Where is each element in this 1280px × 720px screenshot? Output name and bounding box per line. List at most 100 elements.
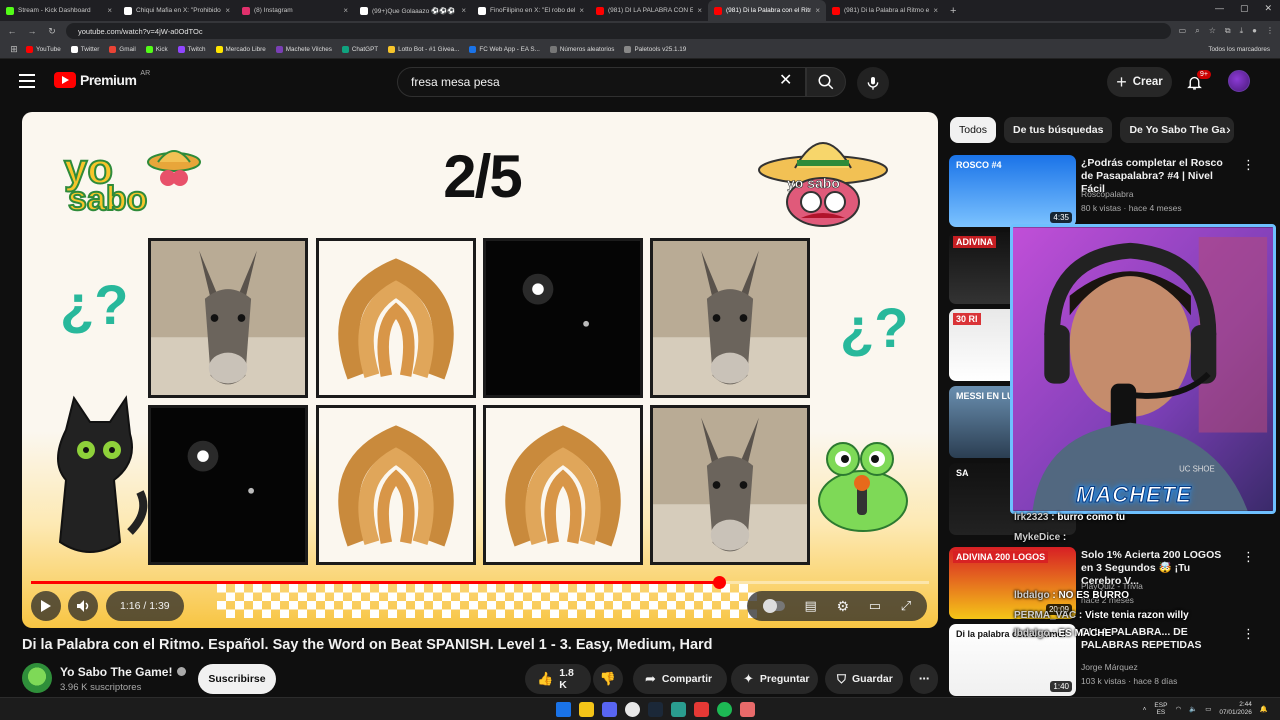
wifi-icon[interactable]: ◠ xyxy=(1175,705,1181,713)
youtube-logo[interactable]: Premium AR xyxy=(54,70,150,88)
browser-tab[interactable]: (8) Instagram × xyxy=(236,0,354,21)
app-icon[interactable] xyxy=(671,702,686,717)
app-icon[interactable] xyxy=(740,702,755,717)
bookmark-item[interactable]: Twitter xyxy=(67,46,104,53)
speaker-icon[interactable]: 🔈 xyxy=(1189,705,1197,713)
more-vert-icon[interactable]: ⋮ xyxy=(1242,549,1255,565)
browser-tab[interactable]: (981) Di la Palabra con el Ritmo × xyxy=(708,0,826,21)
filter-chip[interactable]: De tus búsquedas xyxy=(1004,117,1113,143)
all-bookmarks-link[interactable]: Todos los marcadores xyxy=(1208,46,1270,53)
browser-tab[interactable]: Stream - Kick Dashboard × xyxy=(0,0,118,21)
app-icon[interactable] xyxy=(694,702,709,717)
notification-center-icon[interactable]: 🔔 xyxy=(1260,705,1268,713)
recommended-video[interactable]: ROSCO #4 4:35 ¿Podrás completar el Rosco d… xyxy=(949,155,1269,227)
tab-close-icon[interactable]: × xyxy=(933,6,938,15)
zoom-icon[interactable]: ⌕ xyxy=(1195,26,1199,36)
clock[interactable]: 2:44 07/01/2026 xyxy=(1219,701,1252,717)
more-actions-button[interactable]: ⋯ xyxy=(910,664,938,694)
tab-close-icon[interactable]: × xyxy=(697,6,702,15)
video-thumbnail[interactable]: ADIVINA 200 LOGOS 20:09 xyxy=(949,547,1076,619)
extensions-icon[interactable]: ⧉ xyxy=(1225,26,1231,36)
chevron-right-icon[interactable]: › xyxy=(1226,121,1231,137)
video-thumbnail[interactable]: ROSCO #4 4:35 xyxy=(949,155,1076,227)
account-avatar[interactable] xyxy=(1228,70,1250,92)
browser-tab[interactable]: FinoFilipino en X: "El robo del s × xyxy=(472,0,590,21)
bookmark-item[interactable]: Kick xyxy=(142,46,172,53)
bookmark-item[interactable]: Números aleatorios xyxy=(546,46,619,53)
discord-icon[interactable] xyxy=(602,702,617,717)
bookmark-star-icon[interactable]: ☆ xyxy=(1209,26,1216,36)
file-explorer-icon[interactable] xyxy=(579,702,594,717)
spotify-icon[interactable] xyxy=(717,702,732,717)
settings-gear-icon[interactable]: ⚙ xyxy=(837,598,850,615)
browser-tab[interactable]: (981) Di la Palabra al Ritmo en × xyxy=(826,0,944,21)
maximize-icon[interactable]: ▢ xyxy=(1240,3,1249,14)
cast-icon[interactable]: ▭ xyxy=(1179,26,1187,36)
tab-close-icon[interactable]: × xyxy=(461,6,466,15)
recommended-video-channel[interactable]: Jorge Márquez xyxy=(1081,662,1138,672)
filter-chip[interactable]: De Yo Sabo The Ga xyxy=(1120,117,1235,143)
reload-icon[interactable]: ↻ xyxy=(46,26,58,37)
more-vert-icon[interactable]: ⋮ xyxy=(1242,157,1255,173)
chrome-icon[interactable] xyxy=(625,702,640,717)
play-button[interactable] xyxy=(31,591,61,621)
profile-icon[interactable]: ● xyxy=(1252,26,1257,36)
bookmark-item[interactable]: Mercado Libre xyxy=(212,46,270,53)
clear-search-icon[interactable]: ✕ xyxy=(779,73,792,89)
close-window-icon[interactable]: ✕ xyxy=(1264,3,1272,14)
start-icon[interactable] xyxy=(556,702,571,717)
bookmark-item[interactable]: Machete Vilches xyxy=(272,46,336,53)
bookmark-item[interactable]: Gmail xyxy=(105,46,139,53)
url-field[interactable]: youtube.com/watch?v=4jW-a0OdTOc xyxy=(66,23,1171,39)
progress-bar[interactable] xyxy=(31,576,929,589)
subtitles-icon[interactable]: ▤ xyxy=(805,598,817,614)
subscribe-button[interactable]: Suscribirse xyxy=(198,664,276,694)
tab-close-icon[interactable]: × xyxy=(225,6,230,15)
channel-name[interactable]: Yo Sabo The Game! xyxy=(60,665,187,679)
theater-mode-icon[interactable]: ▭ xyxy=(869,598,881,614)
chevron-up-icon[interactable]: ˄ xyxy=(1143,706,1147,713)
share-button[interactable]: ➦ Compartir xyxy=(633,664,727,694)
recommended-video-channel[interactable]: Roscopalabra xyxy=(1081,189,1133,199)
steam-icon[interactable] xyxy=(648,702,663,717)
language-indicator[interactable]: ESP ES xyxy=(1154,702,1167,716)
tab-close-icon[interactable]: × xyxy=(815,6,820,15)
video-player[interactable]: yo sabo 2/5 yo sabo ¿? ¿? 1:16 / 1:39 ▤ … xyxy=(22,112,938,628)
search-input[interactable]: fresa mesa pesa xyxy=(397,67,806,97)
tab-close-icon[interactable]: × xyxy=(343,6,348,15)
search-button[interactable] xyxy=(806,67,846,97)
tab-close-icon[interactable]: × xyxy=(579,6,584,15)
create-button[interactable]: + Crear xyxy=(1107,67,1172,97)
forward-icon[interactable]: → xyxy=(26,26,38,36)
voice-search-button[interactable] xyxy=(857,67,889,99)
apps-icon[interactable]: ⊞ xyxy=(8,44,20,55)
volume-button[interactable] xyxy=(68,591,98,621)
bookmark-item[interactable]: Lotto Bot - #1 Givea... xyxy=(384,46,463,53)
tab-close-icon[interactable]: × xyxy=(107,6,112,15)
bookmark-item[interactable]: FC Web App - EA S... xyxy=(465,46,543,53)
downloads-icon[interactable]: ⤓ xyxy=(1240,26,1244,36)
menu-icon[interactable] xyxy=(19,74,35,88)
menu-icon[interactable]: ⋮ xyxy=(1266,26,1274,36)
new-tab-icon[interactable]: + xyxy=(950,5,956,17)
minimize-icon[interactable]: — xyxy=(1215,3,1224,14)
like-button[interactable]: 👍 1.8 K xyxy=(525,664,591,694)
save-button[interactable]: ⛉ Guardar xyxy=(825,664,903,694)
channel-avatar[interactable] xyxy=(22,663,52,693)
filter-chip[interactable]: Todos xyxy=(950,117,997,143)
recommended-video[interactable]: ADIVINA 200 LOGOS 20:09 Solo 1% Acierta 20… xyxy=(949,547,1269,619)
bookmark-item[interactable]: ChatGPT xyxy=(338,46,382,53)
dislike-button[interactable]: 👎 xyxy=(593,664,623,694)
fullscreen-icon[interactable]: ⤢ xyxy=(901,598,911,614)
autoplay-toggle[interactable] xyxy=(762,599,785,613)
battery-icon[interactable]: ▭ xyxy=(1205,705,1211,713)
ask-button[interactable]: ✦ Preguntar xyxy=(731,664,818,694)
progress-scrubber[interactable] xyxy=(712,576,726,589)
browser-tab[interactable]: Chiqui Mafia en X: "Prohibido d × xyxy=(118,0,236,21)
browser-tab[interactable]: (99+)Que Golaaazo ⚽⚽⚽ × xyxy=(354,0,472,21)
more-vert-icon[interactable]: ⋮ xyxy=(1242,626,1255,642)
bookmark-item[interactable]: Paletools v25.1.19 xyxy=(620,46,690,53)
bookmark-item[interactable]: Twitch xyxy=(174,46,210,53)
browser-tab[interactable]: (981) DI LA PALABRA CON EL R× xyxy=(590,0,708,21)
bookmark-item[interactable]: YouTube xyxy=(22,46,65,53)
